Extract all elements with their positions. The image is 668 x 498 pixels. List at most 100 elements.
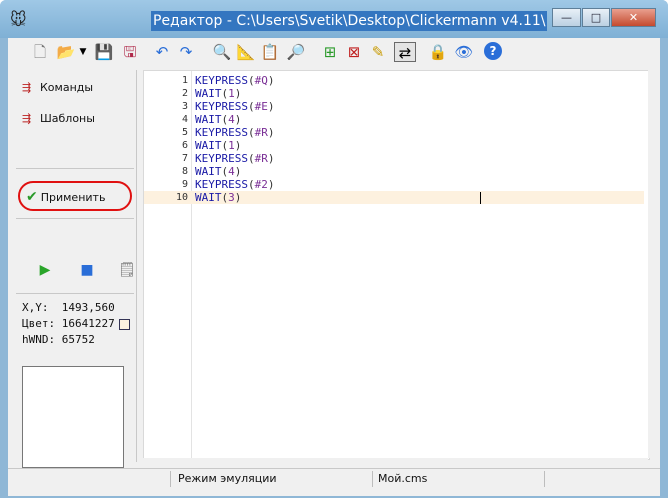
open-folder-icon[interactable]: 📂 — [56, 42, 76, 62]
paste-icon[interactable]: 📋 — [260, 42, 280, 62]
line-number: 8 — [181, 166, 188, 177]
command-keyword: KEYPRESS — [195, 126, 248, 139]
code-text: KEYPRESS(#R) — [195, 126, 274, 139]
search-replace-icon[interactable]: 🔎 — [286, 42, 306, 62]
add-icon[interactable]: ⊞ — [320, 42, 340, 62]
status-divider — [544, 471, 545, 487]
left-panel: ⇶ Команды ⇶ Шаблоны ✔ Применить ▶ ■ 🗒 X,Y: … — [12, 70, 137, 487]
hwnd-readout: hWND: 65752 — [22, 333, 95, 347]
delete-icon[interactable]: ⊠ — [344, 42, 364, 62]
sidebar-item-label: Команды — [40, 81, 94, 94]
status-file: Мой.cms — [378, 472, 428, 485]
coordinates-readout: X,Y: 1493,560 — [22, 301, 115, 315]
magic-wand-icon[interactable]: ✎ — [368, 42, 388, 62]
command-keyword: WAIT — [195, 139, 222, 152]
zoom-preview — [22, 366, 124, 468]
divider — [16, 218, 134, 219]
code-text: KEYPRESS(#2) — [195, 178, 274, 191]
stop-icon[interactable]: ■ — [78, 261, 96, 279]
code-line[interactable]: 9 KEYPRESS(#2) — [144, 178, 644, 191]
title-bar[interactable]: 🐭 Редактор - C:\Users\Svetik\Desktop\Cli… — [0, 0, 668, 38]
code-line[interactable]: 6 WAIT(1) — [144, 139, 644, 152]
sidebar-item-label: Шаблоны — [40, 112, 95, 125]
app-mouse-icon[interactable]: 🐭 — [10, 11, 30, 29]
paren: ) — [234, 139, 242, 152]
line-number: 10 — [175, 192, 188, 203]
play-icon[interactable]: ▶ — [36, 261, 54, 279]
code-text: WAIT(4) — [195, 165, 241, 178]
status-bar: Режим эмуляции Мой.cms — [8, 468, 660, 491]
command-argument: #R — [254, 126, 268, 139]
horizontal-scrollbar[interactable] — [143, 458, 648, 464]
sidebar-item-commands[interactable]: ⇶ Команды — [22, 79, 93, 97]
command-keyword: WAIT — [195, 191, 222, 204]
divider — [16, 168, 134, 169]
code-line[interactable]: 4 WAIT(4) — [144, 113, 644, 126]
apply-button[interactable]: ✔ Применить — [26, 188, 105, 206]
paren: ) — [267, 152, 275, 165]
paren: ) — [234, 165, 242, 178]
command-keyword: WAIT — [195, 87, 222, 100]
code-line[interactable]: 3 KEYPRESS(#E) — [144, 100, 644, 113]
paren: ( — [247, 126, 255, 139]
command-keyword: WAIT — [195, 113, 222, 126]
paren: ) — [267, 74, 275, 87]
command-argument: #Q — [254, 74, 268, 87]
find-icon[interactable]: 🔍 — [212, 42, 232, 62]
command-keyword: WAIT — [195, 165, 222, 178]
code-line[interactable]: 8 WAIT(4) — [144, 165, 644, 178]
insert-icon[interactable]: ⇄ — [394, 42, 416, 62]
ruler-icon[interactable]: 📐 — [236, 42, 256, 62]
xy-value: 1493,560 — [61, 301, 115, 314]
checkmark-icon: ✔ — [26, 189, 38, 205]
help-icon[interactable]: ? — [484, 42, 502, 60]
code-line[interactable]: 7 KEYPRESS(#R) — [144, 152, 644, 165]
line-number: 9 — [181, 179, 188, 190]
undo-icon[interactable]: ↶ — [152, 42, 172, 62]
save-icon[interactable]: 💾 — [94, 42, 114, 62]
line-number: 3 — [181, 101, 188, 112]
lock-icon[interactable]: 🔒 — [428, 42, 448, 62]
hwnd-value: 65752 — [61, 333, 95, 346]
code-text: WAIT(3) — [195, 191, 241, 204]
text-caret — [480, 192, 481, 204]
sidebar-item-templates[interactable]: ⇶ Шаблоны — [22, 110, 95, 128]
code-line[interactable]: 2 WAIT(1) — [144, 87, 644, 100]
editor-window: 🐭 Редактор - C:\Users\Svetik\Desktop\Cli… — [0, 0, 668, 498]
status-mode: Режим эмуляции — [178, 472, 277, 485]
notepad-icon[interactable]: 🗒 — [118, 261, 136, 279]
paren: ) — [267, 100, 275, 113]
hwnd-label: hWND: — [22, 333, 56, 346]
redo-icon[interactable]: ↷ — [176, 42, 196, 62]
maximize-button[interactable]: □ — [582, 8, 610, 27]
color-readout: Цвет: 16641227 — [22, 317, 130, 331]
color-value: 16641227 — [61, 317, 115, 330]
command-argument: #2 — [254, 178, 268, 191]
code-text: KEYPRESS(#Q) — [195, 74, 274, 87]
paren: ( — [247, 178, 255, 191]
color-label: Цвет: — [22, 317, 56, 330]
vertical-scrollbar[interactable] — [648, 70, 659, 458]
line-number: 5 — [181, 127, 188, 138]
code-text: KEYPRESS(#R) — [195, 152, 274, 165]
status-divider — [372, 471, 373, 487]
command-argument: 1 — [228, 139, 235, 152]
minimize-button[interactable]: — — [552, 8, 581, 27]
status-divider — [170, 471, 171, 487]
eye-icon[interactable]: 👁 — [454, 42, 474, 62]
dropdown-arrow-icon[interactable]: ▼ — [78, 42, 88, 62]
annotation-circle: ✔ Применить — [18, 181, 132, 211]
paren: ) — [234, 113, 242, 126]
code-line[interactable]: 5 KEYPRESS(#R) — [144, 126, 644, 139]
code-text: KEYPRESS(#E) — [195, 100, 274, 113]
save-all-icon[interactable]: 🖫 — [120, 42, 140, 62]
code-line[interactable]: 10 WAIT(3) — [144, 191, 644, 204]
paren: ( — [247, 74, 255, 87]
code-line[interactable]: 1 KEYPRESS(#Q) — [144, 74, 644, 87]
line-number: 2 — [181, 88, 188, 99]
code-text: WAIT(1) — [195, 139, 241, 152]
code-editor[interactable]: 1 KEYPRESS(#Q) 2 WAIT(1) 3 KEYPRESS(#E) 4 WAIT(… — [143, 70, 650, 460]
paren: ( — [247, 152, 255, 165]
close-button[interactable]: ✕ — [611, 8, 656, 27]
new-file-icon[interactable]: 🗋 — [30, 42, 50, 62]
